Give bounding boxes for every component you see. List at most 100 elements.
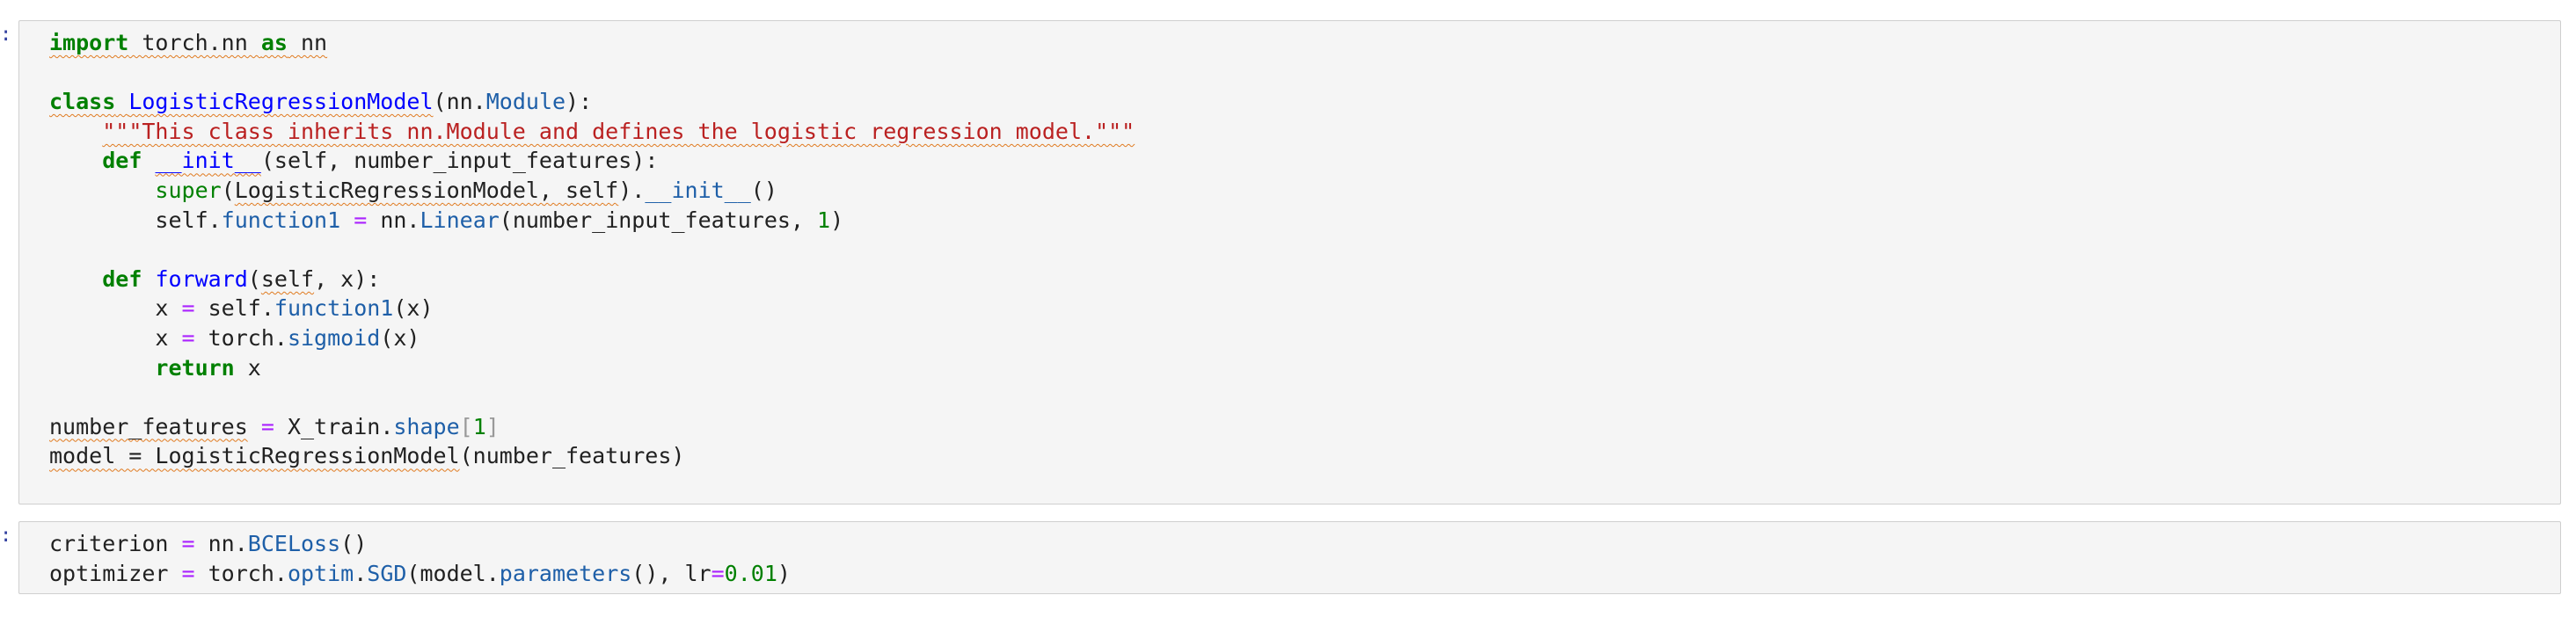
- code-line[interactable]: class LogisticRegressionModel(nn.Module)…: [49, 87, 1135, 117]
- code-token: import: [49, 30, 129, 55]
- code-token: .: [354, 560, 368, 586]
- code-token: (): [340, 531, 368, 556]
- code-line[interactable]: self.function1 = nn.Linear(number_input_…: [49, 206, 1135, 236]
- code-token: torch.: [194, 560, 288, 586]
- code-token: def: [102, 148, 142, 174]
- code-line[interactable]: model = LogisticRegressionModel(number_f…: [49, 441, 1135, 471]
- code-token: LogisticRegressionModel: [128, 89, 434, 115]
- code-line[interactable]: return x: [49, 353, 1135, 383]
- code-cell-optimizer[interactable]: : criterion = nn.BCELoss() optimizer = to…: [0, 521, 2576, 594]
- code-token: =: [354, 207, 368, 233]
- code-token: optim: [287, 560, 354, 586]
- code-token: (: [221, 177, 235, 203]
- code-token: nn.: [194, 531, 248, 556]
- code-line[interactable]: [49, 382, 1135, 412]
- cell-prompt: :: [0, 525, 12, 547]
- code-token: ).: [618, 177, 646, 203]
- code-token: model = LogisticRegressionModel: [49, 443, 460, 469]
- code-token: =: [260, 413, 274, 439]
- code-line[interactable]: def __init__(self, number_input_features…: [49, 146, 1135, 176]
- code-line[interactable]: super(LogisticRegressionModel, self).__i…: [49, 176, 1135, 206]
- code-token: self.: [194, 295, 274, 322]
- code-token: (x): [393, 295, 434, 322]
- code-editor[interactable]: criterion = nn.BCELoss() optimizer = torc…: [18, 521, 2561, 594]
- code-token: optimizer: [49, 560, 182, 586]
- code-token: 1: [817, 207, 831, 233]
- code-token: number_features: [49, 413, 248, 439]
- code-token: (): [750, 177, 777, 203]
- code-token: ]: [485, 413, 500, 439]
- code-line[interactable]: """This class inherits nn.Module and def…: [49, 117, 1135, 147]
- code-token: as: [260, 30, 288, 55]
- code-content[interactable]: import torch.nn as nn class LogisticRegr…: [49, 28, 1135, 471]
- code-token: self: [260, 265, 315, 292]
- code-token: torch.nn: [128, 30, 261, 55]
- code-line[interactable]: x = self.function1(x): [49, 294, 1135, 323]
- code-line[interactable]: x = torch.sigmoid(x): [49, 323, 1135, 353]
- code-token: Module: [485, 89, 566, 115]
- code-token: BCELoss: [247, 531, 341, 556]
- code-token: sigmoid: [287, 324, 381, 351]
- code-token: , x):: [314, 265, 381, 292]
- code-token: def: [102, 265, 142, 292]
- code-token: class: [49, 89, 116, 115]
- code-token: forward: [155, 265, 248, 292]
- code-content[interactable]: criterion = nn.BCELoss() optimizer = torc…: [49, 529, 791, 588]
- code-token: SGD: [367, 560, 407, 586]
- code-token: function1: [221, 207, 341, 233]
- code-token: LogisticRegressionModel, self: [234, 177, 619, 203]
- code-token: self.: [49, 207, 222, 233]
- code-line[interactable]: import torch.nn as nn: [49, 28, 1135, 58]
- code-token: nn: [287, 30, 328, 55]
- code-token: (number_input_features,: [499, 207, 818, 233]
- code-token: x: [49, 324, 182, 351]
- code-token: parameters: [499, 560, 632, 586]
- code-token: super: [155, 177, 222, 203]
- code-token: =: [181, 531, 195, 556]
- code-token: (model.: [406, 560, 500, 586]
- code-editor[interactable]: import torch.nn as nn class LogisticRegr…: [18, 20, 2561, 504]
- code-token: 0.01: [724, 560, 777, 586]
- code-token: X_train.: [274, 413, 394, 439]
- code-line[interactable]: [49, 235, 1135, 265]
- code-token: ): [830, 207, 844, 233]
- code-token: """This class inherits nn.Module and def…: [102, 118, 1135, 144]
- code-line[interactable]: optimizer = torch.optim.SGD(model.parame…: [49, 559, 791, 589]
- code-token: (x): [380, 324, 420, 351]
- code-token: =: [181, 324, 195, 351]
- code-token: nn.: [367, 207, 420, 233]
- code-token: =: [181, 295, 195, 322]
- code-token: (: [247, 265, 261, 292]
- code-token: [: [459, 413, 473, 439]
- code-token: Linear: [420, 207, 500, 233]
- code-cell-model[interactable]: : import torch.nn as nn class LogisticRe…: [0, 20, 2576, 504]
- code-token: x: [234, 354, 261, 381]
- code-line[interactable]: number_features = X_train.shape[1]: [49, 412, 1135, 442]
- code-token: shape: [393, 413, 460, 439]
- code-token: x: [49, 295, 182, 322]
- code-token: (number_features): [459, 443, 685, 469]
- code-token: (nn.: [433, 89, 486, 115]
- code-token: return: [155, 354, 235, 381]
- code-line[interactable]: [49, 58, 1135, 88]
- code-token: =: [181, 560, 195, 586]
- code-token: function1: [274, 295, 394, 322]
- cell-prompt: :: [0, 24, 12, 46]
- code-token: =: [711, 560, 725, 586]
- code-token: ): [777, 560, 791, 586]
- code-line[interactable]: def forward(self, x):: [49, 265, 1135, 294]
- code-token: __init__: [155, 148, 261, 174]
- code-line[interactable]: criterion = nn.BCELoss(): [49, 529, 791, 559]
- code-token: ):: [566, 89, 593, 115]
- code-token: (), lr: [631, 560, 712, 586]
- code-token: torch.: [194, 324, 288, 351]
